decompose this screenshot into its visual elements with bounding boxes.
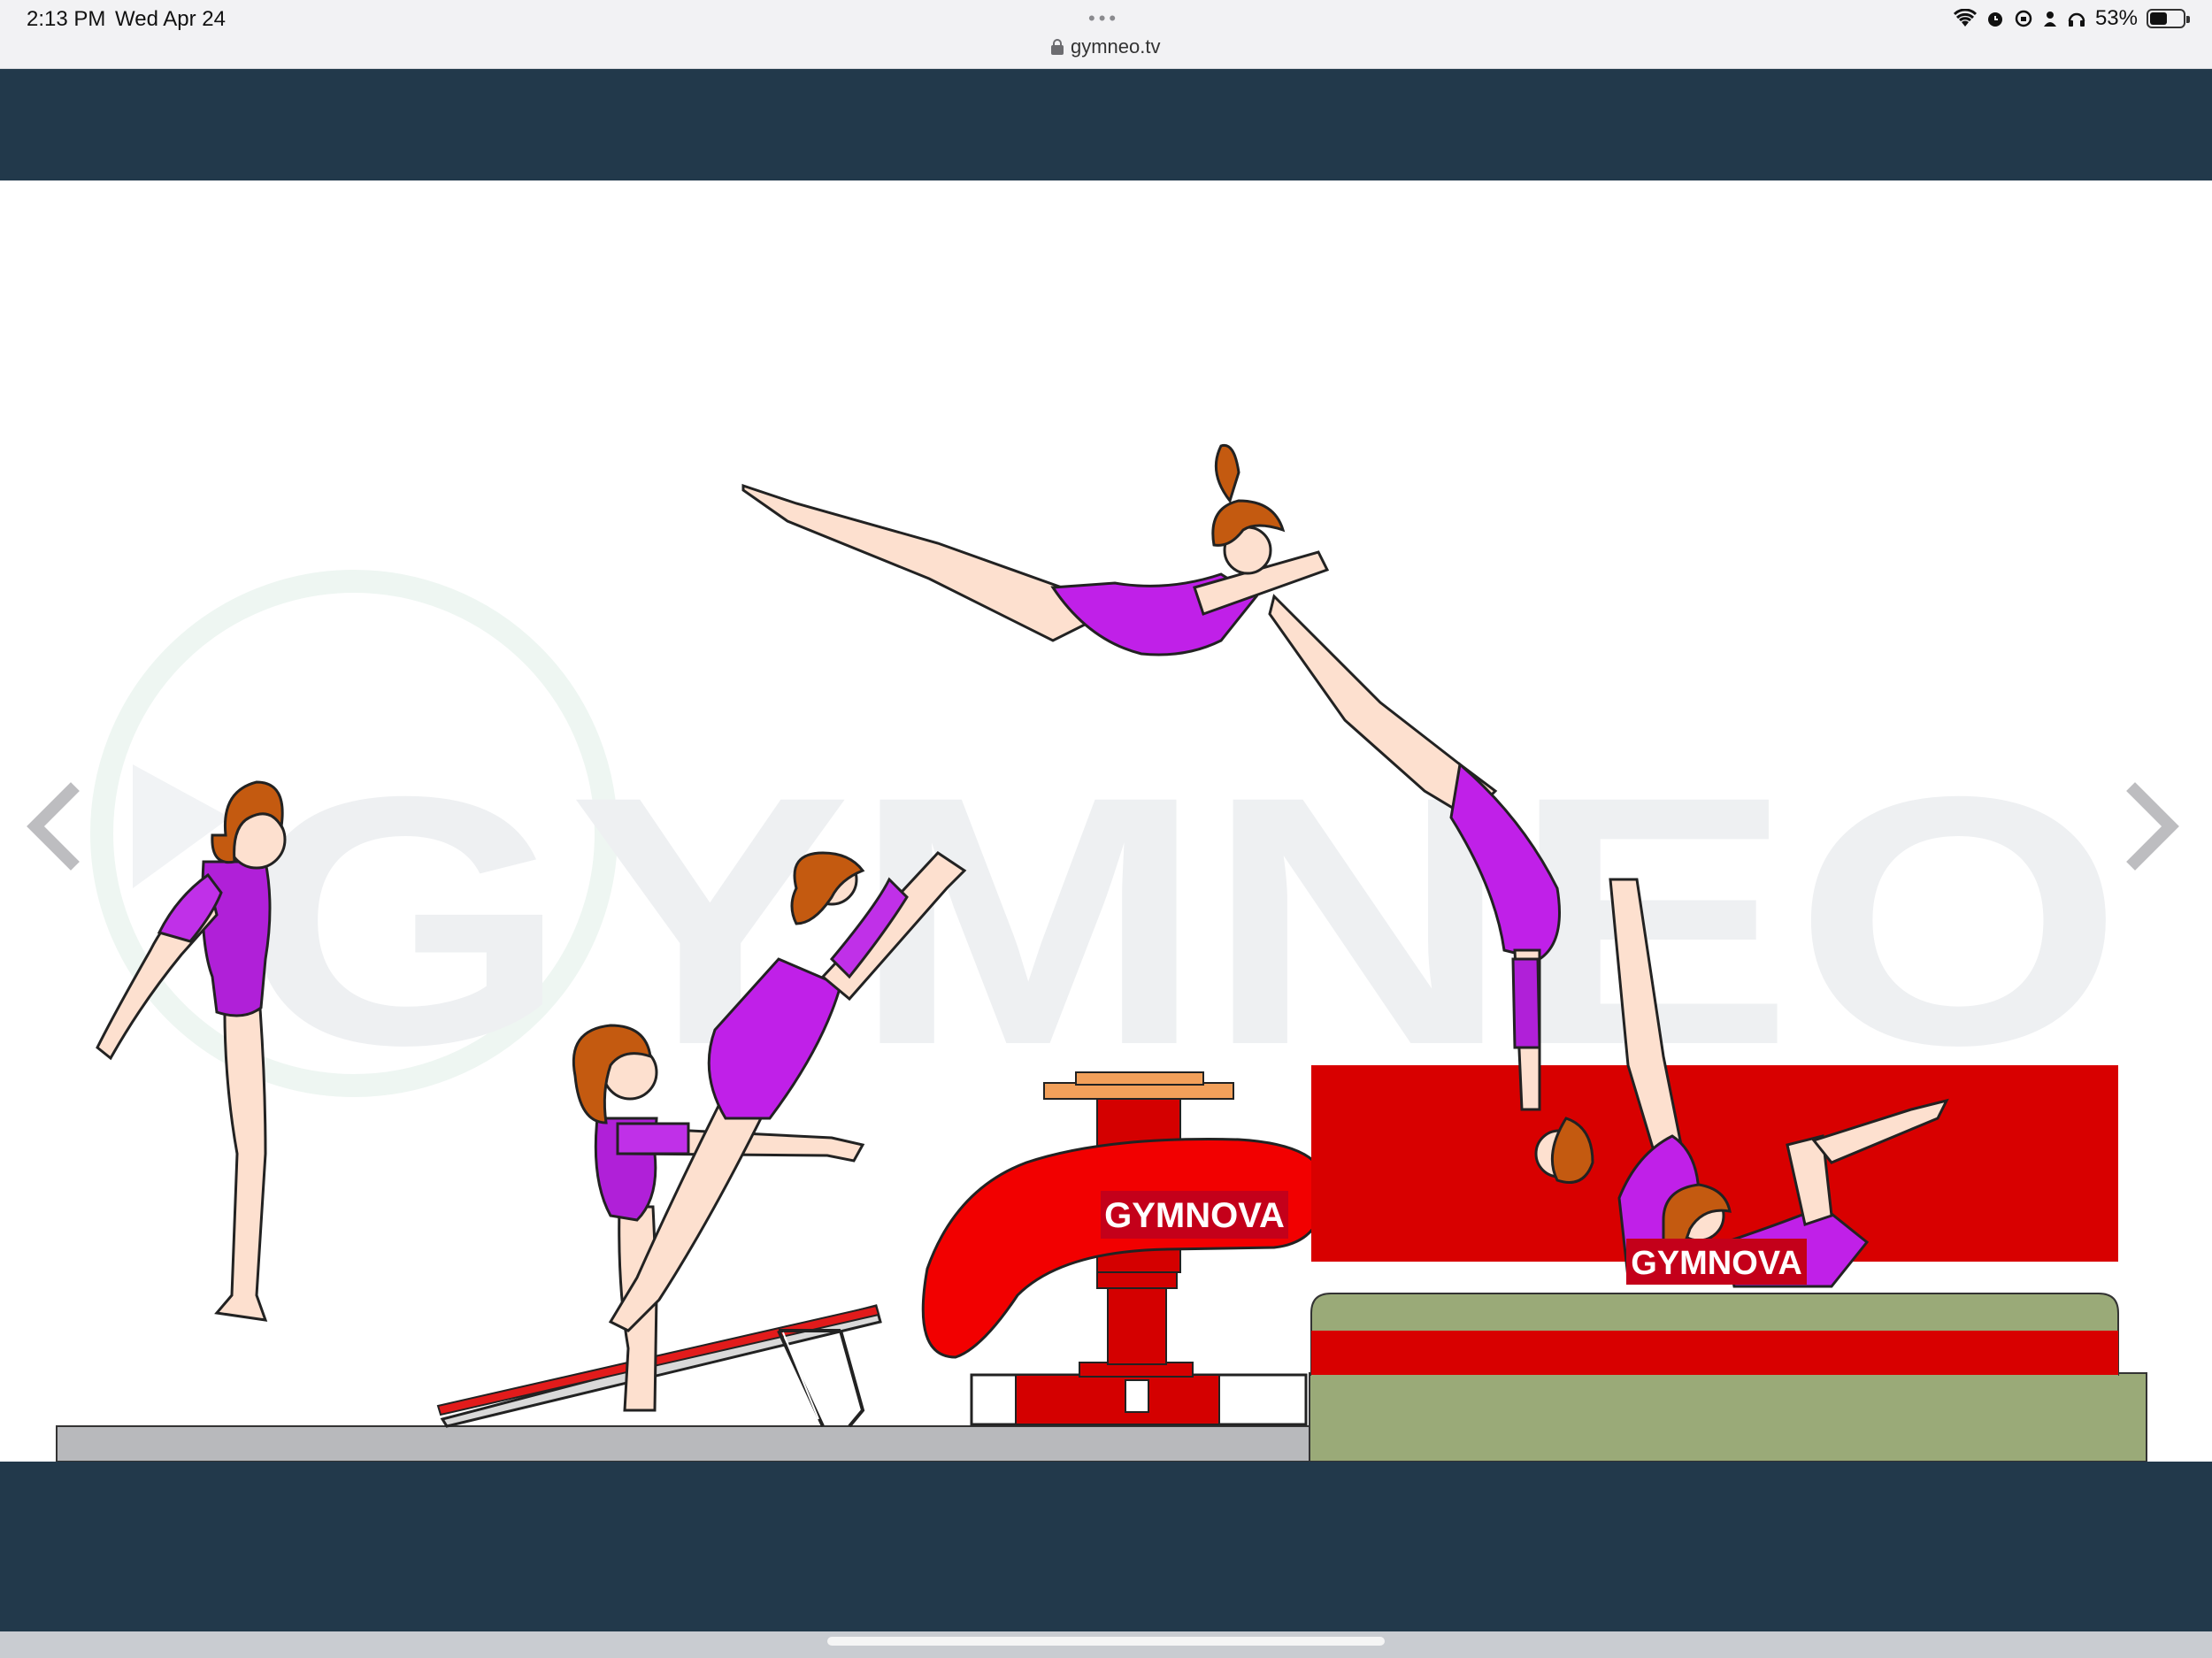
status-time: 2:13 PM	[27, 7, 106, 31]
screen-rotation-lock-icon	[2015, 10, 2032, 27]
battery-icon	[2147, 9, 2190, 28]
watermark-text: GYMNEO	[239, 723, 2124, 1118]
site-footer-bar	[0, 1462, 2212, 1631]
site-header-bar	[0, 69, 2212, 180]
browser-menu-dots[interactable]: •••	[1088, 7, 1119, 30]
vault-sequence-illustration: GYMNEO GYMNOVA GYMNOVA	[56, 443, 2147, 1462]
person-icon	[2043, 12, 2056, 27]
status-date: Wed Apr 24	[115, 7, 226, 31]
chevron-right-icon[interactable]	[2119, 773, 2190, 879]
status-icons: 53%	[1953, 5, 2190, 32]
springboard	[436, 1304, 882, 1428]
vaulting-table: GYMNOVA	[921, 1071, 1327, 1426]
runway-floor	[56, 1425, 1310, 1462]
battery-percent: 53%	[2094, 6, 2138, 30]
lock-icon	[1051, 39, 1064, 55]
battery-level-fill	[2150, 12, 2167, 25]
gymnast-arched-flight	[741, 443, 1330, 656]
alarm-icon	[1987, 12, 2002, 27]
url-text[interactable]: gymneo.tv	[1071, 35, 1161, 58]
gymnast-standing	[96, 780, 287, 1322]
wifi-icon	[1953, 9, 1977, 27]
mat-brand-label: GYMNOVA	[1631, 1245, 1802, 1282]
chevron-left-icon[interactable]	[16, 773, 87, 879]
slideshow-stage: GYMNEO GYMNOVA GYMNOVA	[0, 180, 2212, 1462]
ios-status-bar: 2:13 PM Wed Apr 24 ••• gymneo.tv 53%	[0, 0, 2212, 69]
address-bar[interactable]: gymneo.tv	[1051, 34, 1161, 60]
vault-brand-label: GYMNOVA	[1104, 1196, 1285, 1235]
headphones-icon	[2068, 12, 2085, 27]
home-indicator[interactable]	[827, 1637, 1385, 1646]
watermark-logo: GYMNEO	[90, 570, 2124, 1118]
mat-brand-badge: GYMNOVA	[1626, 1239, 1807, 1285]
